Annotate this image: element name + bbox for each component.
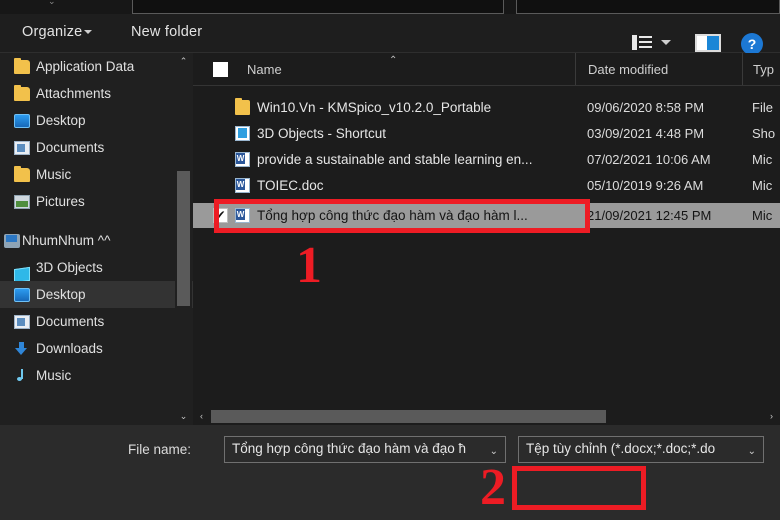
downloads-icon: [14, 341, 30, 356]
table-row[interactable]: TOIEC.doc 05/10/2019 9:26 AM Mic: [193, 173, 780, 198]
folder-icon: [235, 98, 250, 115]
navigation-sidebar[interactable]: Application Data ⌃ Attachments Desktop D…: [0, 53, 193, 425]
sidebar-item-documents-pc[interactable]: Documents: [0, 308, 193, 335]
help-icon[interactable]: ?: [741, 33, 763, 55]
sidebar-item-label: Documents: [36, 314, 105, 329]
sidebar-item-label: Documents: [36, 140, 105, 155]
folder-icon: [14, 57, 30, 74]
file-type-value: Tệp tùy chỉnh (*.docx;*.doc;*.do: [526, 441, 716, 456]
horizontal-scrollbar[interactable]: ‹ ›: [193, 408, 780, 425]
file-name: Win10.Vn - KMSpico_v10.2.0_Portable: [257, 100, 492, 115]
sidebar-item-label: Music: [36, 167, 72, 182]
sidebar-item-music-pc[interactable]: Music ⌄: [0, 362, 193, 389]
sidebar-item-label: 3D Objects: [36, 260, 103, 275]
sidebar-item-application-data[interactable]: Application Data ⌃: [0, 53, 193, 80]
annotation-number-1: 1: [296, 237, 322, 294]
music-icon: [14, 368, 30, 383]
scrollbar-thumb[interactable]: [211, 410, 606, 423]
file-name: provide a sustainable and stable learnin…: [257, 152, 533, 167]
column-headers: ⌃ Name Date modified Typ: [193, 53, 780, 86]
shortcut-icon: [235, 126, 250, 141]
file-date: 05/10/2019 9:26 AM: [587, 178, 704, 193]
sidebar-item-desktop-pc[interactable]: Desktop: [0, 281, 193, 308]
file-type: Mic: [752, 208, 773, 223]
word-icon: [235, 208, 250, 223]
open-file-dialog: ⌄ Organize New folder ? Application Data…: [0, 0, 780, 520]
organize-button[interactable]: Organize: [22, 24, 82, 40]
table-row[interactable]: Win10.Vn - KMSpico_v10.2.0_Portable 09/0…: [193, 95, 780, 120]
file-name-value: Tổng hợp công thức đạo hàm và đạo ħ: [232, 441, 467, 456]
view-options-icon[interactable]: [632, 35, 652, 50]
table-row[interactable]: provide a sustainable and stable learnin…: [193, 147, 780, 172]
file-type: Sho: [752, 126, 776, 141]
folder-icon: [14, 84, 30, 101]
dialog-footer: File name: Tổng hợp công thức đạo hàm và…: [0, 425, 780, 520]
column-header-name[interactable]: Name: [193, 53, 575, 85]
file-type: File: [752, 100, 773, 115]
sidebar-divider: [0, 215, 193, 227]
sidebar-item-label: Desktop: [36, 113, 86, 128]
sidebar-item-3d-objects[interactable]: 3D Objects: [0, 254, 193, 283]
sidebar-item-label: Downloads: [36, 341, 103, 356]
file-name: Tổng hợp công thức đạo hàm và đạo hàm l.…: [257, 208, 528, 223]
scroll-down-icon[interactable]: ⌄: [175, 408, 192, 425]
file-date: 03/09/2021 4:48 PM: [587, 126, 705, 141]
search-input[interactable]: [516, 0, 780, 14]
file-name: 3D Objects - Shortcut: [257, 126, 387, 141]
chevron-down-icon[interactable]: [84, 30, 92, 34]
word-icon: [235, 152, 250, 167]
this-pc-icon: [4, 233, 20, 248]
file-name-label: File name:: [128, 442, 192, 457]
file-name-input[interactable]: Tổng hợp công thức đạo hàm và đạo ħ ⌄: [224, 436, 506, 463]
chevron-down-icon[interactable]: [661, 40, 671, 45]
documents-icon: [14, 314, 30, 329]
address-bar-caret-icon: ⌄: [48, 0, 56, 6]
new-folder-button[interactable]: New folder: [131, 24, 202, 40]
documents-icon: [14, 140, 30, 155]
sidebar-item-label: Application Data: [36, 59, 135, 74]
address-bar[interactable]: [132, 0, 504, 14]
pictures-icon: [14, 194, 30, 209]
sidebar-item-label: Pictures: [36, 194, 85, 209]
chevron-down-icon[interactable]: ⌄: [490, 446, 498, 457]
sidebar-item-desktop[interactable]: Desktop: [0, 107, 193, 134]
scrollbar-thumb[interactable]: [177, 171, 190, 306]
word-icon: [235, 178, 250, 193]
scroll-up-icon[interactable]: ⌃: [175, 53, 192, 70]
file-type: Mic: [752, 178, 773, 193]
table-row-selected[interactable]: ✔ Tổng hợp công thức đạo hàm và đạo hàm …: [193, 203, 780, 228]
file-date: 07/02/2021 10:06 AM: [587, 152, 711, 167]
sidebar-item-this-pc[interactable]: NhumNhum ^^: [0, 227, 193, 254]
file-type-dropdown[interactable]: Tệp tùy chỉnh (*.docx;*.doc;*.do ⌄: [518, 436, 764, 463]
sidebar-item-pictures[interactable]: Pictures: [0, 188, 193, 215]
chevron-down-icon[interactable]: ⌄: [748, 446, 756, 457]
file-date: 09/06/2020 8:58 PM: [587, 100, 705, 115]
sidebar-item-label: Music: [36, 368, 72, 383]
file-type: Mic: [752, 152, 773, 167]
scroll-left-icon[interactable]: ‹: [193, 408, 210, 425]
sidebar-item-documents[interactable]: Documents: [0, 134, 193, 161]
column-header-date-modified[interactable]: Date modified: [575, 53, 742, 85]
sidebar-item-label: Desktop: [36, 287, 86, 302]
file-date: 21/09/2021 12:45 PM: [587, 208, 712, 223]
folder-icon: [14, 165, 30, 182]
sidebar-item-label: Attachments: [36, 86, 112, 101]
sidebar-item-music[interactable]: Music: [0, 161, 193, 188]
file-list[interactable]: ⌃ Name Date modified Typ Win10.Vn - KMSp…: [193, 53, 780, 425]
sidebar-item-label: NhumNhum ^^: [22, 233, 111, 248]
top-strip: ⌄: [0, 0, 780, 14]
table-row[interactable]: 3D Objects - Shortcut 03/09/2021 4:48 PM…: [193, 121, 780, 146]
row-checkbox[interactable]: ✔: [213, 208, 228, 223]
command-bar: Organize New folder ?: [0, 14, 780, 55]
desktop-icon: [14, 113, 30, 128]
annotation-number-2: 2: [480, 459, 506, 516]
sidebar-item-downloads[interactable]: Downloads: [0, 335, 193, 362]
scroll-right-icon[interactable]: ›: [763, 408, 780, 425]
column-header-type[interactable]: Typ: [742, 53, 780, 85]
sidebar-item-attachments[interactable]: Attachments: [0, 80, 193, 107]
file-name: TOIEC.doc: [257, 178, 324, 193]
preview-pane-icon[interactable]: [695, 34, 721, 52]
desktop-icon: [14, 287, 30, 302]
sidebar-scrollbar[interactable]: ⌃ ⌄: [175, 53, 192, 425]
